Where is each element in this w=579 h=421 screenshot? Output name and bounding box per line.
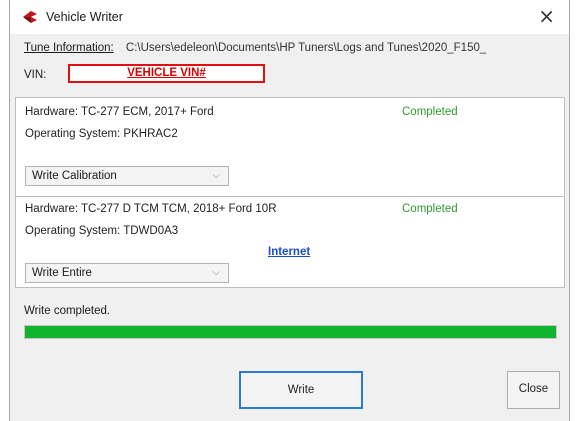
chevron-down-icon: ⌵ bbox=[212, 170, 220, 181]
close-button[interactable]: Close bbox=[507, 371, 560, 409]
module-panel-tcm: Hardware: TC-277 D TCM TCM, 2018+ Ford 1… bbox=[15, 196, 565, 288]
vehicle-writer-window: Vehicle Writer × Tune Information: C:\Us… bbox=[9, 0, 570, 421]
tune-information-label[interactable]: Tune Information: bbox=[24, 42, 114, 54]
operating-system-label: Operating System: TDWD0A3 bbox=[25, 225, 179, 237]
chevron-down-icon: ⌵ bbox=[212, 267, 220, 278]
window-title: Vehicle Writer bbox=[46, 10, 123, 24]
progress-bar bbox=[24, 325, 557, 339]
write-mode-select[interactable]: Write Entire ⌵ bbox=[25, 263, 229, 283]
vin-value: VEHICLE VIN# bbox=[68, 64, 265, 83]
vin-label: VIN: bbox=[24, 69, 47, 81]
write-mode-value: Write Entire bbox=[32, 267, 92, 279]
close-window-icon[interactable]: × bbox=[538, 5, 555, 27]
progress-bar-fill bbox=[25, 326, 556, 338]
title-bar: Vehicle Writer × bbox=[10, 0, 569, 34]
status-badge: Completed bbox=[402, 203, 458, 215]
internet-link[interactable]: Internet bbox=[268, 246, 310, 258]
status-message: Write completed. bbox=[24, 305, 111, 317]
tune-information-row: Tune Information: C:\Users\edeleon\Docum… bbox=[24, 42, 486, 54]
hardware-label: Hardware: TC-277 ECM, 2017+ Ford bbox=[25, 106, 214, 118]
write-mode-select[interactable]: Write Calibration ⌵ bbox=[25, 166, 229, 186]
tune-file-path: C:\Users\edeleon\Documents\HP Tuners\Log… bbox=[125, 42, 487, 54]
vin-row: VIN: VEHICLE VIN# bbox=[24, 64, 265, 83]
hardware-label: Hardware: TC-277 D TCM TCM, 2018+ Ford 1… bbox=[25, 203, 277, 215]
write-button[interactable]: Write bbox=[239, 371, 363, 409]
write-mode-value: Write Calibration bbox=[32, 170, 117, 182]
status-badge: Completed bbox=[402, 106, 458, 118]
operating-system-label: Operating System: PKHRAC2 bbox=[25, 128, 178, 140]
app-logo-icon bbox=[23, 11, 37, 23]
module-panel-ecm: Hardware: TC-277 ECM, 2017+ Ford Complet… bbox=[15, 97, 565, 198]
